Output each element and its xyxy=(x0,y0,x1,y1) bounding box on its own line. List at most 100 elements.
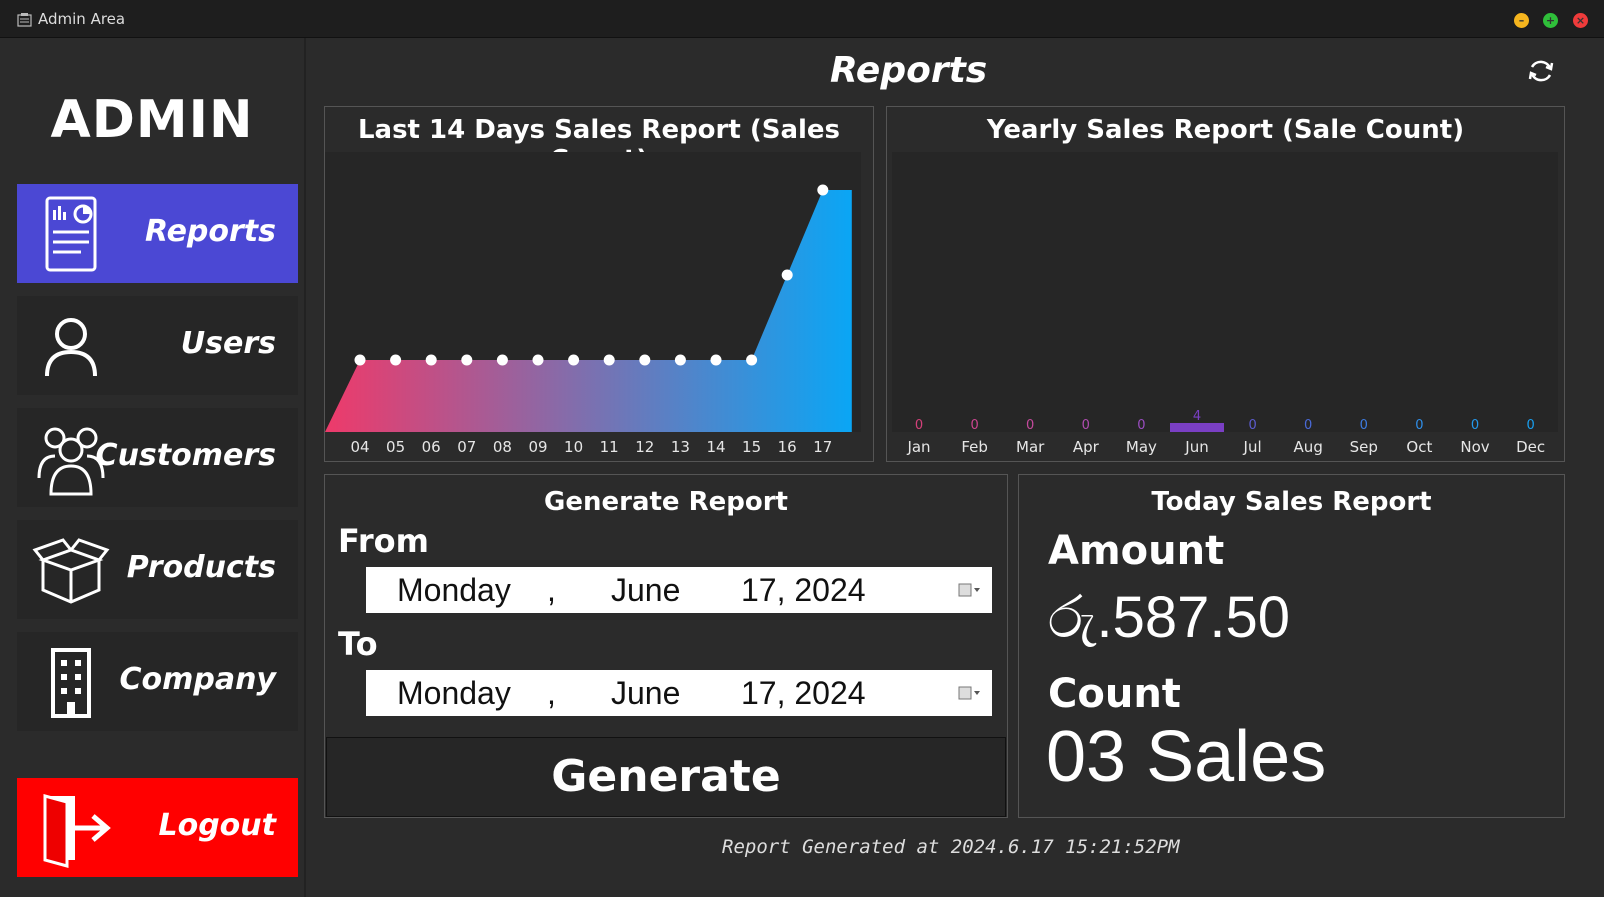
x-tick-label: Feb xyxy=(961,438,988,456)
x-tick-label: 14 xyxy=(706,438,725,456)
count-label: Count xyxy=(1048,671,1181,717)
close-button[interactable]: × xyxy=(1573,13,1588,28)
box-icon xyxy=(32,538,110,604)
building-icon xyxy=(51,648,91,718)
x-tick-label: Aug xyxy=(1294,438,1323,456)
x-tick-label: 08 xyxy=(493,438,512,456)
count-value: 03 Sales xyxy=(1046,717,1327,797)
x-tick-label: 05 xyxy=(386,438,405,456)
data-point xyxy=(496,354,508,366)
amount-label: Amount xyxy=(1048,528,1225,574)
x-tick-label: Jun xyxy=(1184,438,1208,456)
today-title: Today Sales Report xyxy=(1151,487,1432,517)
data-label: 0 xyxy=(1360,418,1368,433)
from-month: June xyxy=(611,572,681,608)
x-tick-label: 11 xyxy=(600,438,619,456)
data-label: 0 xyxy=(1082,418,1090,433)
from-sep: , xyxy=(547,572,556,608)
data-point xyxy=(532,354,544,366)
amount-value: රු.587.50 xyxy=(1048,585,1291,650)
calendar-dropdown-icon[interactable] xyxy=(958,685,982,701)
data-label: 0 xyxy=(1415,418,1423,433)
sidebar-item-reports[interactable]: Reports xyxy=(17,184,298,283)
x-tick-label: 13 xyxy=(671,438,690,456)
yearly-sales-chart: 0 Jan 0 Feb 0 Mar 0 Apr 0 May 4 Jun 0 Jul 0 Aug 0 Sep 0 Oct… xyxy=(892,152,1558,456)
x-tick-label: 06 xyxy=(422,438,441,456)
sidebar-item-products[interactable]: Products xyxy=(17,520,298,619)
data-label: 0 xyxy=(915,418,923,433)
x-tick-label: Dec xyxy=(1516,438,1545,456)
data-point xyxy=(746,354,758,366)
x-tick-label: 09 xyxy=(528,438,547,456)
from-day: Monday xyxy=(397,572,511,608)
user-icon xyxy=(45,318,97,377)
x-tick-label: 07 xyxy=(457,438,476,456)
window-titlebar: Admin Area – + × xyxy=(0,0,1604,38)
x-tick-label: 16 xyxy=(778,438,797,456)
to-day: Monday xyxy=(397,675,511,711)
data-label: 0 xyxy=(1248,418,1256,433)
sidebar-item-label: Reports xyxy=(144,214,276,249)
x-tick-label: 17 xyxy=(813,438,832,456)
x-tick-label: Apr xyxy=(1073,438,1100,456)
data-label: 0 xyxy=(1026,418,1034,433)
from-label: From xyxy=(338,522,429,560)
x-tick-label: Jul xyxy=(1243,438,1262,456)
calendar-dropdown-icon[interactable] xyxy=(958,582,982,598)
daily-sales-chart: 04 05 06 07 08 09 10 11 12 13 14 15 16 17 xyxy=(325,152,861,456)
x-tick-label: 04 xyxy=(350,438,369,456)
data-label: 0 xyxy=(1137,418,1145,433)
refresh-icon[interactable] xyxy=(1526,56,1556,86)
x-tick-label: Mar xyxy=(1016,438,1045,456)
data-point xyxy=(603,354,615,366)
data-point xyxy=(568,354,580,366)
sidebar-item-label: Products xyxy=(126,550,276,585)
window-title: Admin Area xyxy=(38,10,126,28)
data-label: 4 xyxy=(1193,409,1201,424)
report-status: Report Generated at 2024.6.17 15:21:52PM xyxy=(722,836,1180,858)
x-tick-label: 15 xyxy=(742,438,761,456)
logout-icon xyxy=(43,794,111,868)
from-date-picker[interactable]: Monday , June 17, 2024 xyxy=(366,567,992,613)
bar xyxy=(1170,423,1224,432)
to-date: 17, 2024 xyxy=(741,675,866,711)
data-label: 0 xyxy=(1304,418,1312,433)
data-label: 0 xyxy=(970,418,978,433)
x-tick-label: Nov xyxy=(1460,438,1489,456)
sidebar-item-users[interactable]: Users xyxy=(17,296,298,395)
x-tick-label: 10 xyxy=(564,438,583,456)
to-label: To xyxy=(338,625,378,663)
sidebar-item-label: Company xyxy=(119,662,276,697)
sidebar: ADMIN Reports Users Customers Products C… xyxy=(0,38,306,897)
data-point xyxy=(461,354,473,366)
minimize-button[interactable]: – xyxy=(1514,13,1529,28)
x-tick-label: May xyxy=(1126,438,1157,456)
data-point xyxy=(710,354,722,366)
to-date-picker[interactable]: Monday , June 17, 2024 xyxy=(366,670,992,716)
data-point xyxy=(781,269,793,281)
generate-title: Generate Report xyxy=(544,487,788,517)
x-tick-label: 12 xyxy=(635,438,654,456)
x-tick-label: Jan xyxy=(906,438,930,456)
maximize-button[interactable]: + xyxy=(1543,13,1558,28)
report-icon xyxy=(45,196,97,272)
generate-button[interactable]: Generate xyxy=(326,737,1006,817)
page-title: Reports xyxy=(830,50,988,91)
x-tick-label: Sep xyxy=(1350,438,1378,456)
daily-sales-panel: Last 14 Days Sales Report (Sales Count) … xyxy=(324,106,874,462)
app-icon xyxy=(17,13,32,27)
from-date: 17, 2024 xyxy=(741,572,866,608)
logout-button[interactable]: Logout xyxy=(17,778,298,877)
sidebar-title: ADMIN xyxy=(50,90,254,150)
data-point xyxy=(817,184,829,196)
data-point xyxy=(425,354,437,366)
yearly-sales-panel: Yearly Sales Report (Sale Count) 0 Jan 0 Fe… xyxy=(886,106,1565,462)
plot-background xyxy=(892,152,1558,432)
sidebar-item-label: Users xyxy=(180,326,276,361)
sidebar-item-label: Customers xyxy=(95,438,276,473)
data-label: 0 xyxy=(1471,418,1479,433)
data-point xyxy=(390,354,402,366)
sidebar-item-customers[interactable]: Customers xyxy=(17,408,298,507)
yearly-chart-title: Yearly Sales Report (Sale Count) xyxy=(986,115,1465,145)
sidebar-item-company[interactable]: Company xyxy=(17,632,298,731)
